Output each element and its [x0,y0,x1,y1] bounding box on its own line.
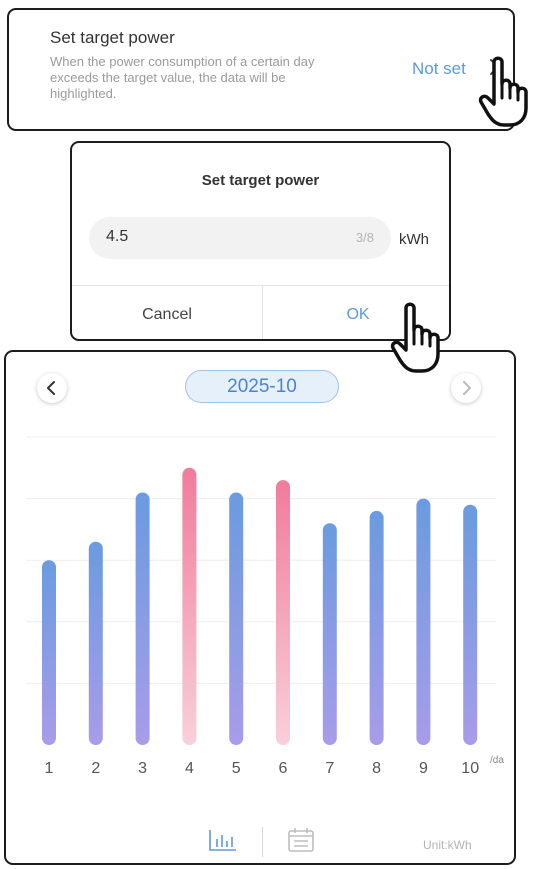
chart-bar[interactable] [369,510,384,745]
previous-month-button[interactable] [37,373,67,403]
x-tick-label: 3 [138,760,147,777]
chart-bar[interactable] [229,492,244,745]
hand-pointer-icon [478,56,528,127]
char-counter: 3/8 [355,230,374,245]
hand-pointer-icon [390,302,440,373]
dialog-title: Set target power [201,172,320,189]
x-tick-label: 4 [185,760,194,777]
chart-bar[interactable] [88,541,103,745]
bar-chart: 1 2 3 4 5 6 7 8 9 10 /da [26,436,504,777]
month-selector[interactable]: 2025-10 [185,370,339,403]
chart-bar[interactable] [135,492,150,745]
target-power-value[interactable]: Not set [412,59,466,79]
unit-label: Unit:kWh [423,838,472,852]
x-tick-label: 5 [232,760,241,777]
target-power-description: When the power consumption of a certain … [50,54,315,101]
input-value[interactable]: 4.5 [106,228,128,246]
divider [262,827,263,857]
power-chart-panel: 1 2 3 4 5 6 7 8 9 10 /da 2025-10 Unit:kWh [4,350,516,865]
chevron-right-icon [463,381,471,395]
x-tick-label: 2 [91,760,100,777]
x-tick-label: 7 [325,760,334,777]
x-tick-label: 6 [279,760,288,777]
target-power-title: Set target power [50,28,175,47]
target-power-row[interactable]: Set target power When the power consumpt… [7,8,515,131]
bar-chart-icon[interactable] [208,826,238,854]
calendar-icon[interactable] [286,826,316,854]
chart-bar[interactable] [463,504,478,745]
cancel-button[interactable]: Cancel [72,286,262,339]
x-tick-label: 1 [45,760,54,777]
chart-bar[interactable] [276,480,290,745]
unit-label: kWh [399,231,429,248]
chart-bar[interactable] [182,467,197,745]
chevron-left-icon [47,381,55,395]
chart-bar[interactable] [322,523,337,745]
target-value-input[interactable]: 4.5 3/8 [89,217,391,259]
x-axis-unit: /da [490,755,504,766]
chart-bar[interactable] [416,498,431,745]
chart-bar[interactable] [42,560,56,745]
x-tick-label: 10 [461,760,479,777]
x-tick-label: 8 [372,760,381,777]
next-month-button[interactable] [451,373,481,403]
x-tick-label: 9 [419,760,428,777]
